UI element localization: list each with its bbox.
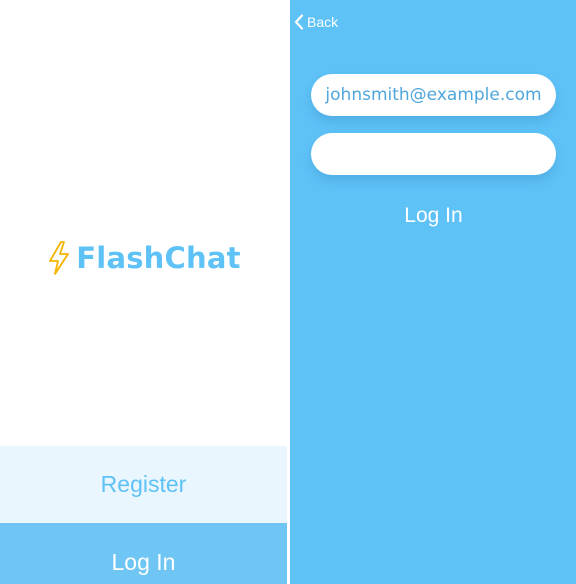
back-button[interactable]: Back bbox=[294, 12, 338, 32]
back-button-label: Back bbox=[307, 14, 339, 30]
login-submit-button[interactable]: Log In bbox=[311, 196, 556, 236]
split-screenshot: FlashChat Register Log In Back Log In bbox=[0, 0, 576, 584]
password-field[interactable] bbox=[311, 133, 556, 175]
register-button[interactable]: Register bbox=[0, 446, 287, 523]
app-logo: FlashChat bbox=[0, 236, 287, 280]
welcome-login-button-label: Log In bbox=[111, 549, 176, 575]
welcome-login-button[interactable]: Log In bbox=[0, 523, 287, 584]
email-field[interactable] bbox=[311, 74, 556, 116]
login-screen: Back Log In bbox=[290, 0, 576, 584]
chevron-left-icon bbox=[294, 14, 304, 30]
register-button-label: Register bbox=[100, 471, 187, 497]
lightning-bolt-icon bbox=[49, 241, 70, 275]
welcome-screen: FlashChat Register Log In bbox=[0, 0, 287, 584]
login-submit-button-label: Log In bbox=[404, 204, 463, 227]
brand-name: FlashChat bbox=[76, 241, 241, 275]
